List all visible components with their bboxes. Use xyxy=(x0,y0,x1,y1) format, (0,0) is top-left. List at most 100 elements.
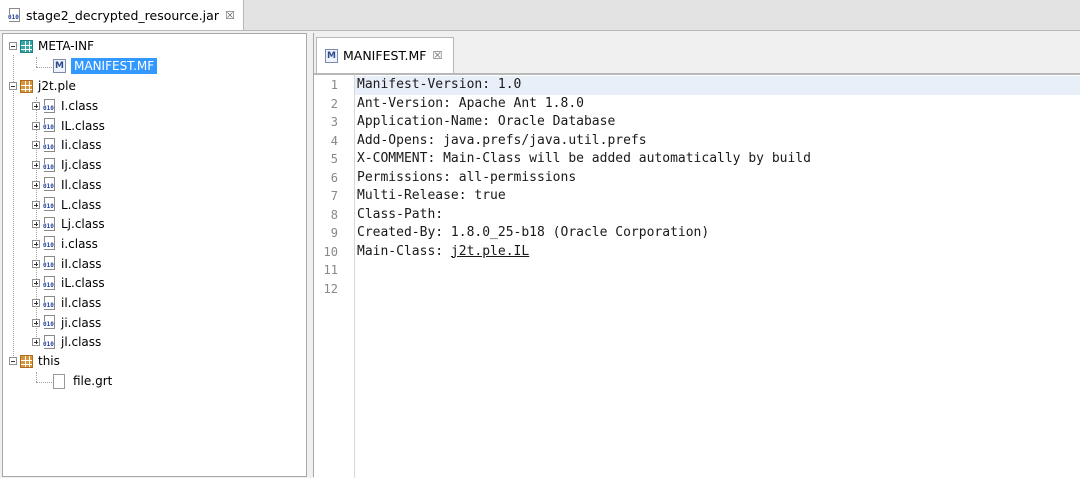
tree-node-label: Il.class xyxy=(61,177,102,192)
close-tab-icon[interactable]: ☒ xyxy=(433,49,443,62)
tree-node-manifest[interactable]: M MANIFEST.MF xyxy=(53,57,158,75)
expand-toggle-icon[interactable] xyxy=(32,318,40,327)
editor-area: M MANIFEST.MF ☒ 1 Manifest-Version: 1.0 2 A… xyxy=(313,33,1080,478)
tree-node-class[interactable]: 010 il.class xyxy=(32,294,101,312)
expand-toggle-icon[interactable] xyxy=(32,338,40,347)
jar-file-icon: 010 xyxy=(8,7,21,23)
tree-node-class[interactable]: 010 jl.class xyxy=(32,333,101,351)
class-file-icon: 010 xyxy=(43,197,56,212)
line-number: 11 xyxy=(323,263,338,277)
expand-toggle-icon[interactable] xyxy=(32,141,40,150)
tree-node-class[interactable]: 010 iL.class xyxy=(32,274,105,292)
line-number: 5 xyxy=(330,152,338,166)
tree-node-class[interactable]: 010 L.class xyxy=(32,196,101,214)
tree-node-class[interactable]: 010 i.class xyxy=(32,235,98,253)
code-line-text: Class-Path: xyxy=(357,206,444,222)
jar-file-tab-label: stage2_decrypted_resource.jar xyxy=(26,7,219,23)
tree-node-meta-inf[interactable]: META-INF xyxy=(9,37,94,55)
tree-node-label: iL.class xyxy=(61,276,105,291)
top-tab-bar: 010 stage2_decrypted_resource.jar ☒ xyxy=(0,0,1080,31)
code-line: Multi-Release: true xyxy=(357,187,506,206)
line-number: 6 xyxy=(330,170,338,185)
tree-node-class[interactable]: 010 IL.class xyxy=(32,117,105,135)
tree-node-label: MANIFEST.MF xyxy=(71,58,158,74)
code-line: Add-Opens: java.prefs/java.util.prefs xyxy=(357,132,647,151)
tree-node-label: iI.class xyxy=(61,256,102,271)
expand-toggle-icon[interactable] xyxy=(32,180,40,189)
tree-node-class[interactable]: 010 I.class xyxy=(32,97,98,115)
expand-toggle-icon[interactable] xyxy=(32,259,40,268)
package-icon xyxy=(20,354,33,368)
expand-toggle-icon[interactable] xyxy=(32,121,40,130)
file-tree-panel: META-INF M MANIFEST.MF j2t.ple 010 I.clas… xyxy=(2,33,307,477)
expand-toggle-icon[interactable] xyxy=(32,200,40,209)
collapse-toggle-icon[interactable] xyxy=(9,82,17,90)
tree-node-file-grt[interactable]: file.grt xyxy=(53,372,112,390)
tree-node-label: ji.class xyxy=(61,315,102,330)
line-number: 10 xyxy=(323,244,338,259)
manifest-file-icon: M xyxy=(53,59,66,73)
code-line-text: X-COMMENT: Main-Class will be added auto… xyxy=(357,151,811,166)
tree-node-class[interactable]: 010 ji.class xyxy=(32,314,101,332)
class-file-icon: 010 xyxy=(43,216,56,232)
line-number: 2 xyxy=(330,96,338,111)
line-number: 7 xyxy=(330,189,338,203)
code-line-text: Application-Name: Oracle Database xyxy=(357,114,616,129)
class-file-icon: 010 xyxy=(43,334,56,350)
line-number: 4 xyxy=(330,133,338,148)
collapse-toggle-icon[interactable] xyxy=(9,42,17,50)
editor-tab-label: MANIFEST.MF xyxy=(343,48,427,63)
package-icon xyxy=(20,79,33,93)
class-file-icon: 010 xyxy=(43,315,56,330)
expand-toggle-icon[interactable] xyxy=(32,239,40,248)
main-class-link[interactable]: j2t.ple.IL xyxy=(451,244,529,259)
tree-node-class[interactable]: 010 iI.class xyxy=(32,255,101,273)
code-line-text: Main-Class: xyxy=(357,243,451,259)
class-file-icon: 010 xyxy=(43,118,56,133)
tree-node-label: META-INF xyxy=(38,39,95,53)
tree-node-label: L.class xyxy=(61,197,102,212)
tree-node-class[interactable]: 010 Ij.class xyxy=(32,156,101,174)
tree-node-label: i.class xyxy=(61,236,98,251)
class-file-icon: 010 xyxy=(43,177,56,192)
line-number: 8 xyxy=(330,207,338,222)
code-line-text: Permissions: all-permissions xyxy=(357,169,577,185)
tree-node-label: j2t.ple xyxy=(38,79,76,93)
class-file-icon: 010 xyxy=(43,256,56,271)
code-line: Application-Name: Oracle Database xyxy=(357,113,615,132)
text-editor[interactable]: 1 Manifest-Version: 1.0 2 Ant-Version: Apac… xyxy=(314,74,1080,478)
code-line-text: Manifest-Version: 1.0 xyxy=(357,77,522,92)
editor-tab-bar: M MANIFEST.MF ☒ xyxy=(314,33,1080,74)
tree-node-class[interactable]: 010 Ii.class xyxy=(32,136,101,154)
code-line: X-COMMENT: Main-Class will be added auto… xyxy=(357,150,811,169)
tree-node-label: Lj.class xyxy=(61,217,105,232)
jar-file-tab[interactable]: 010 stage2_decrypted_resource.jar ☒ xyxy=(0,0,244,30)
code-line: Class-Path: xyxy=(357,206,443,225)
expand-toggle-icon[interactable] xyxy=(32,102,40,110)
expand-toggle-icon[interactable] xyxy=(32,220,40,229)
close-tab-icon[interactable]: ☒ xyxy=(225,9,235,22)
line-number: 12 xyxy=(323,281,338,296)
code-line-text: Add-Opens: java.prefs/java.util.prefs xyxy=(357,132,647,148)
code-line-text: Multi-Release: true xyxy=(357,188,506,203)
tree-node-label: il.class xyxy=(61,296,102,310)
tree-node-package-this[interactable]: this xyxy=(9,352,60,370)
expand-toggle-icon[interactable] xyxy=(32,161,40,170)
tree-node-label: I.class xyxy=(61,99,99,113)
file-icon xyxy=(53,373,65,389)
code-line-text: Created-By: 1.8.0_25-b18 (Oracle Corpora… xyxy=(357,225,710,240)
tree-node-class[interactable]: 010 Lj.class xyxy=(32,215,105,233)
code-line: Main-Class: j2t.ple.IL xyxy=(357,243,529,262)
expand-toggle-icon[interactable] xyxy=(32,279,40,288)
collapse-toggle-icon[interactable] xyxy=(9,357,17,365)
code-line: Created-By: 1.8.0_25-b18 (Oracle Corpora… xyxy=(357,224,709,243)
tree-node-label: Ii.class xyxy=(61,138,102,153)
tree-node-package-j2t-ple[interactable]: j2t.ple xyxy=(9,77,76,95)
manifest-editor-tab[interactable]: M MANIFEST.MF ☒ xyxy=(316,37,454,73)
class-file-icon: 010 xyxy=(43,98,56,114)
line-number: 1 xyxy=(330,78,338,92)
line-number: 3 xyxy=(330,115,338,129)
tree-node-class[interactable]: 010 Il.class xyxy=(32,176,101,194)
tree-node-label: Ij.class xyxy=(61,158,102,173)
expand-toggle-icon[interactable] xyxy=(32,299,40,307)
